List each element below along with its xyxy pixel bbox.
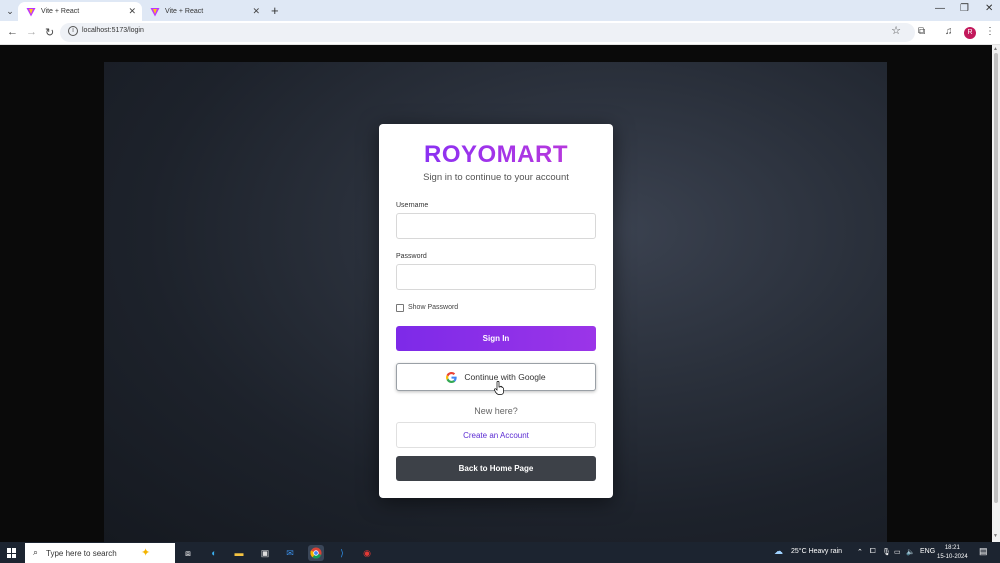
tab-search-icon[interactable]: ⌄ (3, 4, 17, 18)
scroll-down-icon[interactable]: ▼ (993, 533, 998, 539)
new-here-text: New here? (474, 406, 518, 416)
back-home-button[interactable]: Back to Home Page (396, 456, 596, 481)
chrome-logo (310, 547, 322, 559)
weather-text[interactable]: 25°C Heavy rain (791, 548, 842, 555)
show-hidden-icons[interactable]: ⌃ (857, 548, 863, 556)
clock-time: 18:21 (944, 545, 960, 551)
site-info-icon[interactable]: i (68, 26, 78, 36)
microphone-icon[interactable]: 🎙 (882, 548, 891, 556)
media-controls-icon[interactable]: ♫ (945, 26, 953, 37)
password-input[interactable] (396, 264, 596, 290)
show-password-label[interactable]: Show Password (408, 304, 458, 311)
vscode-icon[interactable]: ⟩ (334, 545, 350, 561)
restore-icon[interactable]: ❐ (960, 3, 969, 14)
password-label: Password (396, 253, 427, 260)
store-icon[interactable]: ▣ (257, 545, 273, 561)
weather-icon[interactable]: ☁ (774, 546, 783, 557)
profile-avatar[interactable]: R (964, 27, 976, 39)
chrome-icon[interactable] (308, 545, 324, 561)
address-bar[interactable]: i localhost:5173/login ☆ (60, 23, 915, 42)
edge-icon[interactable]: ◐ (206, 545, 222, 561)
search-icon: ⌕ (33, 547, 39, 557)
windows-start-icon[interactable] (7, 548, 17, 558)
vite-logo-icon (26, 7, 36, 16)
login-card: ROYOMART Sign in to continue to your acc… (379, 124, 613, 498)
create-account-button[interactable]: Create an Account (396, 422, 596, 448)
url-text: localhost:5173/login (82, 27, 144, 34)
language-indicator[interactable]: ENG (920, 548, 935, 555)
brand-logo: ROYOMART (379, 141, 613, 169)
vite-logo-icon (150, 7, 160, 16)
taskbar-clock[interactable]: 18:21 15-10-2024 (937, 544, 968, 562)
close-tab-icon[interactable]: ✕ (252, 6, 260, 17)
login-subtitle: Sign in to continue to your account (423, 172, 569, 183)
forward-icon[interactable]: → (26, 26, 37, 38)
tab-vite-react[interactable]: Vite + React ✕ (142, 2, 266, 21)
extensions-icon[interactable]: ⧉ (918, 26, 925, 37)
tab-vite-react-active[interactable]: Vite + React ✕ (18, 2, 142, 21)
taskbar-search-placeholder: Type here to search (46, 549, 117, 558)
close-window-icon[interactable]: ✕ (985, 3, 993, 14)
notifications-icon[interactable]: ▤ (979, 546, 988, 557)
google-button-label: Continue with Google (464, 372, 546, 382)
sign-in-button[interactable]: Sign In (396, 326, 596, 351)
tab-title: Vite + React (165, 8, 204, 15)
scrollbar-thumb[interactable] (994, 53, 998, 503)
google-g-icon (446, 371, 458, 383)
scroll-up-icon[interactable]: ▲ (993, 46, 998, 52)
hand-cursor-icon (494, 381, 504, 395)
clock-date: 15-10-2024 (937, 554, 968, 560)
search-highlight-icon: ✦ (141, 547, 151, 559)
task-view-icon[interactable]: ⧈ (180, 545, 196, 561)
volume-icon[interactable]: 🔈 (906, 548, 915, 556)
onedrive-icon[interactable]: ⧠ (870, 548, 876, 556)
browser-toolbar: ← → ↻ i localhost:5173/login ☆ ⧉ ♫ R ⋮ (0, 21, 1000, 45)
recording-app-icon[interactable]: ◉ (359, 545, 375, 561)
username-input[interactable] (396, 213, 596, 239)
more-menu-icon[interactable]: ⋮ (985, 26, 995, 37)
username-label: Username (396, 202, 429, 209)
taskbar-search-box[interactable]: ⌕ Type here to search ✦ (25, 543, 175, 563)
close-tab-icon[interactable]: ✕ (128, 6, 136, 17)
reload-icon[interactable]: ↻ (45, 26, 54, 39)
show-password-checkbox[interactable] (396, 304, 404, 312)
minimize-icon[interactable]: — (935, 3, 945, 14)
new-tab-icon[interactable]: + (271, 3, 279, 18)
windows-taskbar: ⌕ Type here to search ✦ ⧈ ◐ ▬ ▣ ✉ ⟩ ◉ ☁ … (0, 542, 1000, 563)
bookmark-star-icon[interactable]: ☆ (891, 24, 901, 37)
file-explorer-icon[interactable]: ▬ (231, 545, 247, 561)
tab-strip: ⌄ Vite + React ✕ Vite + React ✕ + — ❐ ✕ (0, 0, 1000, 21)
mail-icon[interactable]: ✉ (282, 545, 298, 561)
network-icon[interactable]: ▭ (894, 548, 901, 556)
back-icon[interactable]: ← (7, 26, 18, 38)
tab-title: Vite + React (41, 8, 80, 15)
